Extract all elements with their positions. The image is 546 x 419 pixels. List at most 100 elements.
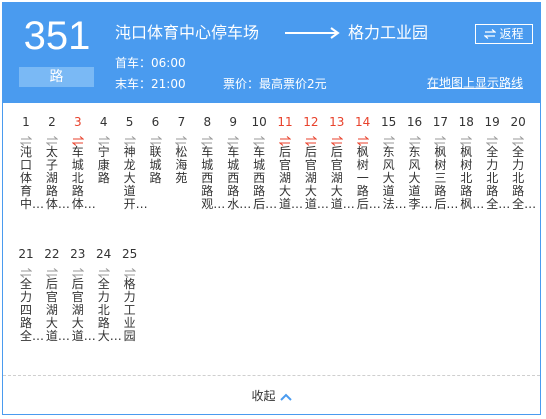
- stop-item[interactable]: 3 车城北路体…: [65, 115, 96, 211]
- stop-item[interactable]: 10 车城西路后…: [246, 115, 278, 211]
- stop-name: 全力四路全…: [20, 277, 45, 343]
- stop-item[interactable]: 1 沌口体育中…: [13, 115, 45, 211]
- stop-item[interactable]: 19 全力北路全…: [479, 115, 511, 211]
- stop-name: 枫树三路后…: [434, 145, 459, 211]
- bidirectional-arrow-icon: [324, 131, 350, 146]
- bidirectional-arrow-icon: [402, 131, 428, 146]
- swap-icon: [483, 29, 498, 39]
- return-trip-label: 返程: [499, 27, 524, 41]
- bidirectional-arrow-icon: [194, 131, 220, 146]
- stop-name: 后官湖大道…: [279, 145, 304, 211]
- return-trip-button[interactable]: 返程: [475, 24, 533, 44]
- stop-item[interactable]: 8 车城西路观…: [194, 115, 226, 211]
- stop-item[interactable]: 6 联城路: [143, 115, 169, 185]
- stop-number: 16: [406, 115, 423, 129]
- stop-number: 18: [458, 115, 474, 129]
- stop-name: 东风大道法…: [382, 145, 407, 211]
- stop-item[interactable]: 5 神龙大道开…: [117, 115, 148, 211]
- stop-item[interactable]: 20 全力北路全…: [505, 115, 537, 211]
- stop-item[interactable]: 24 全力北路大…: [91, 247, 122, 343]
- bidirectional-arrow-icon: [39, 131, 65, 146]
- bidirectional-arrow-icon: [246, 131, 272, 146]
- bidirectional-arrow-icon: [91, 131, 117, 146]
- stop-name: 格力工业园: [123, 277, 136, 343]
- stop-number: 3: [73, 115, 82, 129]
- stop-number: 20: [510, 115, 526, 129]
- stop-number: 19: [484, 115, 500, 129]
- list-footer: 收起: [3, 375, 540, 416]
- show-on-map-link[interactable]: 在地图上显示路线: [427, 75, 523, 91]
- stop-item[interactable]: 11 后官湖大道…: [272, 115, 304, 211]
- stop-number: 7: [177, 115, 186, 129]
- bidirectional-arrow-icon: [39, 263, 65, 278]
- route-header: 351 路 沌口体育中心停车场 格力工业园 返程 首车：06:00 末车：21:…: [3, 3, 540, 103]
- stop-number: 13: [329, 115, 345, 129]
- stop-item[interactable]: 4 宁康路: [91, 115, 117, 185]
- stop-item[interactable]: 12 后官湖大道…: [298, 115, 329, 211]
- stop-name: 车城西路观…: [201, 145, 226, 211]
- stop-item[interactable]: 9 车城西路水…: [220, 115, 252, 211]
- bidirectional-arrow-icon: [350, 131, 376, 146]
- stop-list: 1 沌口体育中… 2 太子湖路体… 3 车城北路体… 4 宁康路 5 神龙大道开… 6 联城路 7 松海苑…: [13, 115, 537, 379]
- stop-number: 15: [380, 115, 397, 129]
- stop-name: 后官湖大道…: [330, 145, 355, 211]
- stop-name: 松海苑: [175, 145, 188, 185]
- stop-name: 全力北路全…: [486, 145, 511, 211]
- bidirectional-arrow-icon: [65, 263, 91, 278]
- stop-name: 神龙大道开…: [123, 145, 148, 211]
- stop-item[interactable]: 2 太子湖路体…: [39, 115, 70, 211]
- collapse-label: 收起: [251, 389, 276, 403]
- stop-name: 全力北路大…: [97, 277, 122, 343]
- stop-number: 25: [121, 247, 138, 261]
- stop-name: 全力北路全…: [512, 145, 537, 211]
- bidirectional-arrow-icon: [220, 131, 246, 146]
- stop-number: 22: [44, 247, 60, 261]
- stop-number: 21: [18, 247, 34, 261]
- collapse-button[interactable]: 收起: [251, 388, 292, 404]
- stop-number: 4: [99, 115, 108, 129]
- stop-item[interactable]: 7 松海苑: [168, 115, 194, 185]
- stop-number: 10: [251, 115, 267, 129]
- stop-name: 车城西路水…: [227, 145, 252, 211]
- bidirectional-arrow-icon: [143, 131, 169, 146]
- bidirectional-arrow-icon: [168, 131, 194, 146]
- stop-name: 东风大道李…: [408, 145, 433, 211]
- stop-item[interactable]: 23 后官湖大道…: [65, 247, 96, 343]
- bidirectional-arrow-icon: [427, 131, 453, 146]
- stop-name: 联城路: [149, 145, 162, 185]
- stop-item[interactable]: 22 后官湖大道…: [39, 247, 70, 343]
- stop-name: 后官湖大道…: [304, 145, 329, 211]
- bidirectional-arrow-icon: [13, 131, 39, 146]
- stop-name: 太子湖路体…: [45, 145, 70, 211]
- stop-item[interactable]: 17 枫树三路后…: [427, 115, 459, 211]
- route-unit-label: 路: [19, 67, 94, 87]
- bidirectional-arrow-icon: [298, 131, 324, 146]
- stop-item[interactable]: 16 东风大道李…: [402, 115, 433, 211]
- bidirectional-arrow-icon: [505, 131, 531, 146]
- stop-item[interactable]: 14 枫树一路后…: [350, 115, 381, 211]
- destination-stop: 格力工业园: [348, 23, 429, 42]
- bidirectional-arrow-icon: [479, 131, 505, 146]
- bidirectional-arrow-icon: [376, 131, 402, 146]
- stop-name: 宁康路: [97, 145, 110, 185]
- bidirectional-arrow-icon: [272, 131, 298, 146]
- stop-name: 车城西路后…: [253, 145, 278, 211]
- stop-name: 后官湖大道…: [71, 277, 96, 343]
- stop-item[interactable]: 13 后官湖大道…: [324, 115, 355, 211]
- first-bus-time: 首车：06:00: [115, 56, 186, 70]
- stop-number: 6: [151, 115, 160, 129]
- stop-item[interactable]: 21 全力四路全…: [13, 247, 45, 343]
- stop-number: 11: [277, 115, 293, 129]
- bidirectional-arrow-icon: [117, 263, 143, 278]
- bidirectional-arrow-icon: [453, 131, 479, 146]
- stop-name: 沌口体育中…: [20, 145, 45, 211]
- stop-item[interactable]: 15 东风大道法…: [376, 115, 407, 211]
- direction-arrow-icon: [285, 27, 340, 39]
- fare-info: 票价：最高票价2元: [223, 77, 327, 91]
- bidirectional-arrow-icon: [13, 263, 39, 278]
- stop-item[interactable]: 25 格力工业园: [117, 247, 143, 343]
- bidirectional-arrow-icon: [65, 131, 91, 146]
- stop-number: 2: [48, 115, 56, 129]
- stop-item[interactable]: 18 枫树北路枫…: [453, 115, 485, 211]
- stop-number: 23: [70, 247, 86, 261]
